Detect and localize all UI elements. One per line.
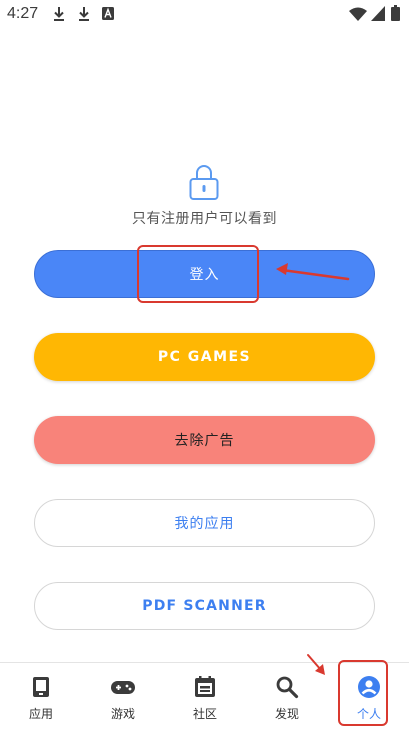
annotation-arrow-icon bbox=[276, 263, 350, 281]
tab-apps[interactable]: 应用 bbox=[0, 663, 82, 729]
search-icon bbox=[276, 676, 299, 699]
pc-games-button-label: PC GAMES bbox=[157, 349, 252, 365]
remove-ads-button[interactable]: 去除广告 bbox=[34, 416, 375, 464]
tab-games-label: 游戏 bbox=[110, 707, 135, 721]
tab-games[interactable]: 游戏 bbox=[82, 663, 164, 729]
status-time: 4:27 bbox=[7, 5, 39, 22]
pdf-scanner-button-label: PDF SCANNER bbox=[142, 598, 267, 614]
community-icon bbox=[195, 676, 215, 697]
gamepad-icon bbox=[111, 681, 135, 694]
apps-icon bbox=[33, 677, 49, 697]
download-icon bbox=[54, 7, 64, 21]
battery-icon bbox=[391, 5, 400, 21]
annotation-highlight-login bbox=[137, 245, 259, 303]
tab-community[interactable]: 社区 bbox=[164, 663, 246, 729]
login-hint: 只有注册用户可以看到 bbox=[132, 211, 277, 227]
my-apps-button[interactable]: 我的应用 bbox=[34, 499, 375, 547]
tab-community-label: 社区 bbox=[192, 707, 217, 721]
signal-icon bbox=[371, 6, 385, 21]
annotation-highlight-profile-tab bbox=[338, 660, 388, 726]
pc-games-button[interactable]: PC GAMES bbox=[34, 333, 375, 381]
pdf-scanner-button[interactable]: PDF SCANNER bbox=[34, 582, 375, 630]
remove-ads-button-label: 去除广告 bbox=[174, 433, 235, 449]
status-bar: 4:27 bbox=[0, 0, 409, 28]
tab-discover-label: 发现 bbox=[274, 707, 299, 721]
lock-icon bbox=[189, 165, 219, 200]
keyboard-a-icon bbox=[102, 7, 114, 20]
download-icon bbox=[79, 7, 89, 21]
tab-apps-label: 应用 bbox=[28, 707, 53, 721]
my-apps-button-label: 我的应用 bbox=[174, 516, 235, 532]
wifi-icon bbox=[349, 7, 367, 21]
annotation-arrow-icon bbox=[307, 654, 325, 675]
